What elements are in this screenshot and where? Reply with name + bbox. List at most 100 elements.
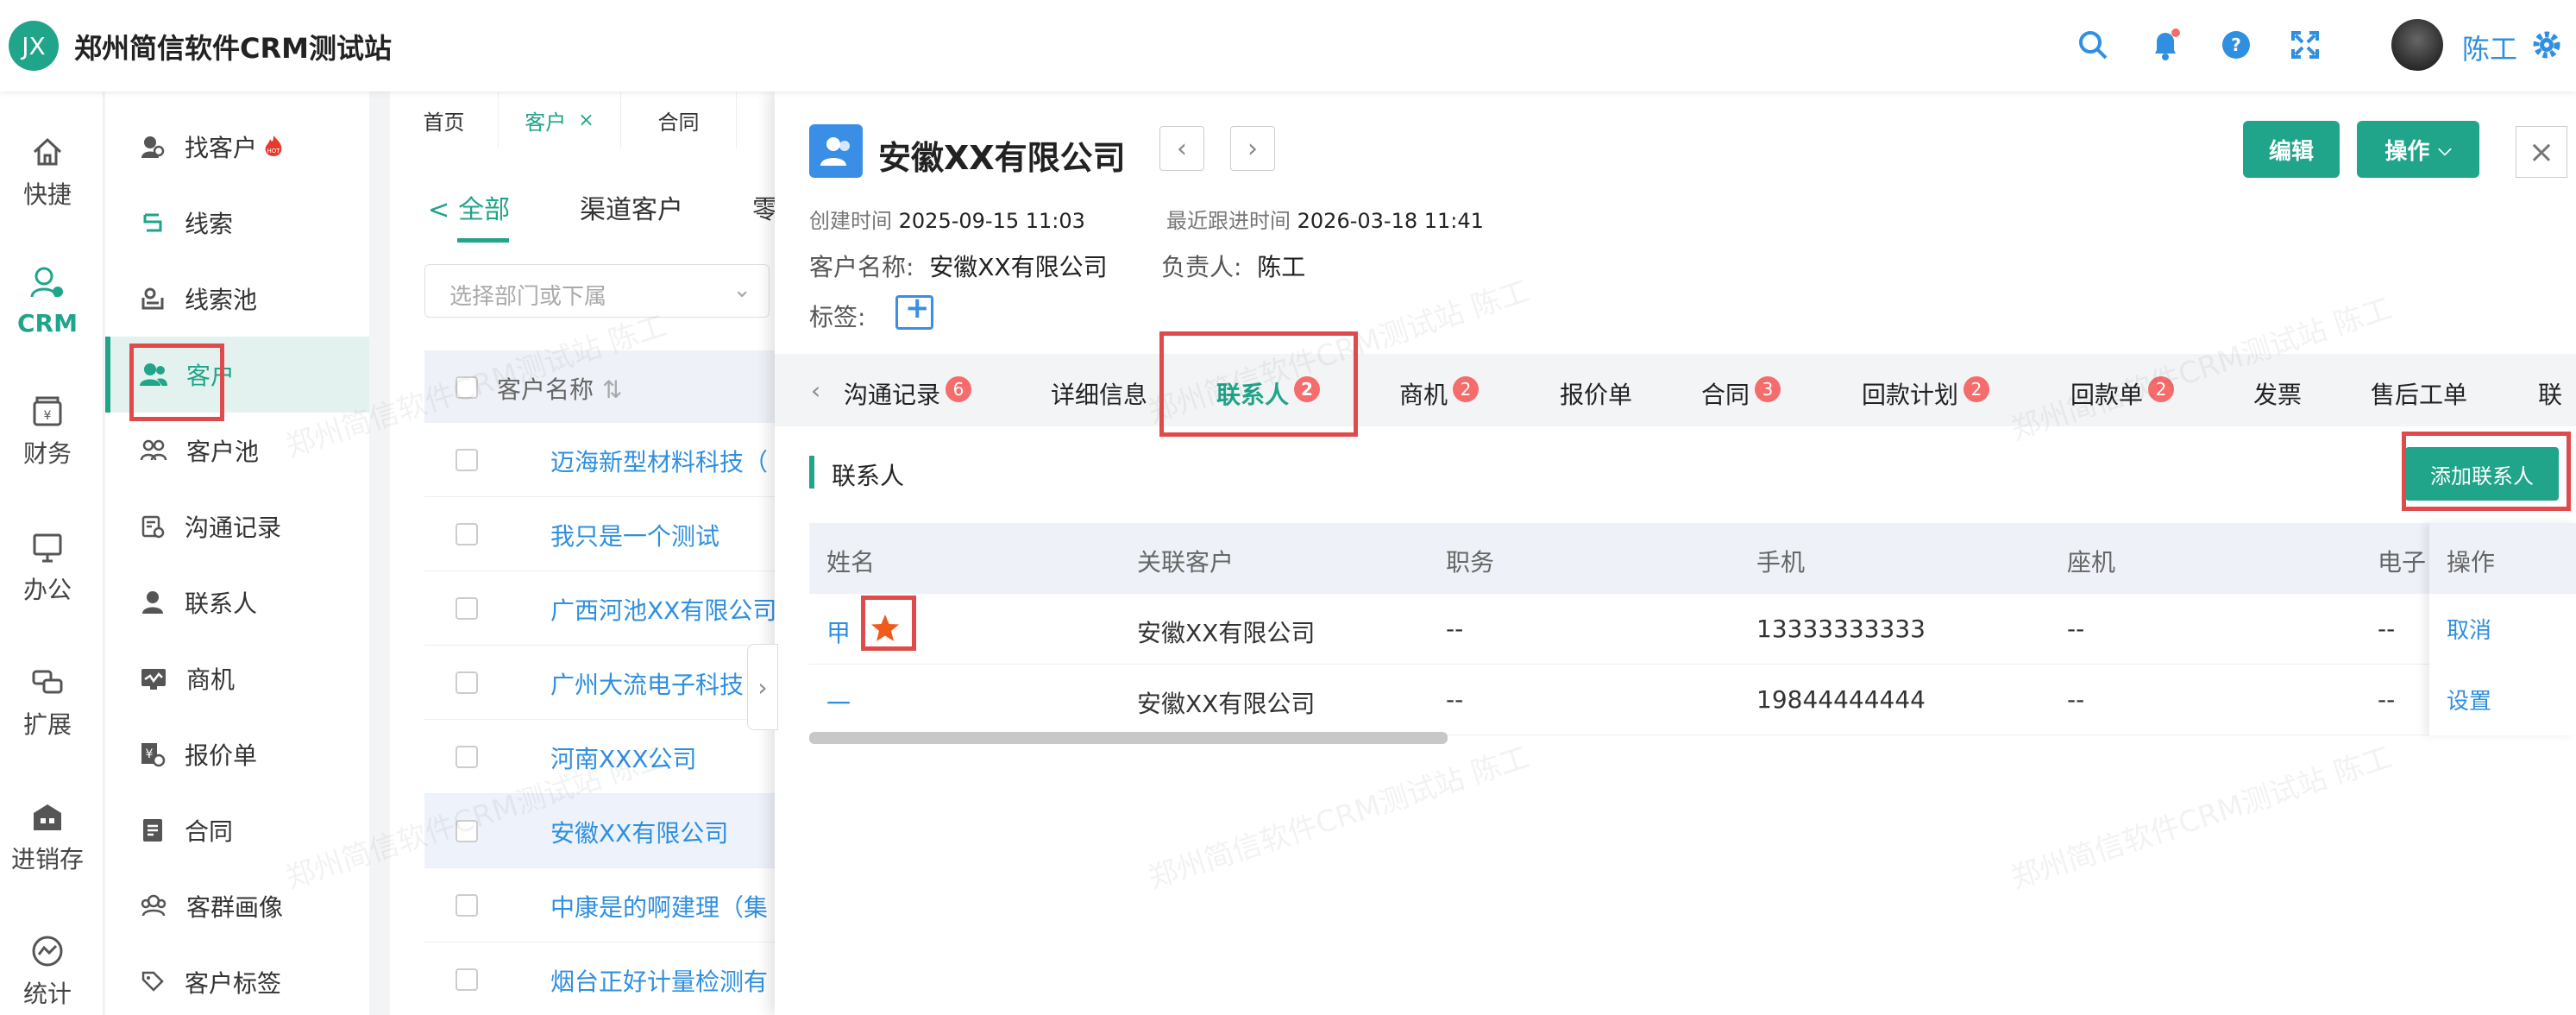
submenu-find-customer[interactable]: 找客户 HOT (105, 109, 369, 185)
tab-quotes[interactable]: 报价单 (1560, 376, 1632, 411)
user-avatar[interactable] (2391, 19, 2443, 71)
select-all-checkbox[interactable] (456, 376, 478, 399)
row-checkbox[interactable] (456, 820, 478, 842)
customer-link[interactable]: 我只是一个测试 (550, 518, 719, 552)
customer-link[interactable]: 安徽XX有限公司 (550, 815, 728, 849)
tab-payment-plan[interactable]: 回款计划 2 (1862, 376, 1990, 411)
nav-item-extend[interactable]: 扩展 (0, 665, 95, 741)
row-checkbox[interactable] (456, 449, 478, 471)
tab-more[interactable]: 联 (2538, 376, 2562, 411)
nav-item-quick[interactable]: 快捷 (0, 135, 95, 211)
customer-link[interactable]: 迈海新型材料科技（ (550, 444, 768, 478)
submenu-opportunities[interactable]: 商机 (105, 640, 369, 716)
drawer-collapse-handle[interactable]: › (747, 644, 778, 730)
nav-item-stats[interactable]: 统计 (0, 934, 95, 1010)
submenu-customers[interactable]: 客户 (105, 337, 369, 413)
search-icon[interactable] (2074, 26, 2112, 64)
submenu-communication[interactable]: 沟通记录 (105, 489, 369, 564)
table-row[interactable]: 我只是一个测试 (424, 497, 778, 571)
home-icon (33, 137, 62, 166)
submenu-label: 客户标签 (185, 969, 282, 998)
bell-icon[interactable] (2146, 26, 2184, 64)
fullscreen-icon[interactable] (2286, 26, 2324, 64)
help-icon[interactable]: ? (2217, 26, 2255, 64)
monitor-icon (33, 533, 62, 563)
user-name[interactable]: 陈工 (2462, 28, 2517, 67)
submenu-contacts[interactable]: 联系人 (105, 564, 369, 640)
submenu-label: 商机 (186, 665, 236, 694)
tab-payment-receipts[interactable]: 回款单 2 (2070, 376, 2175, 411)
tab-opportunities[interactable]: 商机 2 (1399, 376, 1480, 411)
contact-name-link[interactable]: 一 (826, 685, 851, 720)
submenu-contracts[interactable]: 合同 (105, 792, 369, 868)
table-row[interactable]: 河南XXX公司 (424, 720, 778, 794)
row-checkbox[interactable] (456, 671, 478, 694)
tab-invoices[interactable]: 发票 (2253, 376, 2302, 411)
customer-link[interactable]: 广州大流电子科技 (550, 666, 744, 701)
submenu-customer-pool[interactable]: 客户池 (105, 413, 369, 489)
prev-record-button[interactable]: ‹ (1159, 126, 1204, 171)
col-customer-name[interactable]: 客户名称 ⇅ (497, 371, 622, 406)
contact-phone: -- (2067, 615, 2085, 643)
contact-customer: 安徽XX有限公司 (1137, 690, 1316, 718)
row-checkbox[interactable] (456, 894, 478, 917)
row-checkbox[interactable] (456, 746, 478, 768)
star-icon[interactable] (870, 613, 901, 647)
row-checkbox[interactable] (456, 523, 478, 545)
settings-gear-icon[interactable] (2528, 26, 2566, 64)
tab-after-sales[interactable]: 售后工单 (2371, 376, 2467, 411)
tab-contacts[interactable]: 联系人 2 (1216, 376, 1321, 411)
tab-customers[interactable]: 客户 × (499, 91, 621, 148)
table-row[interactable]: 烟台正好计量检测有 (424, 942, 778, 1015)
tab-label: 首页 (423, 110, 465, 135)
table-row[interactable]: 一 安徽XX有限公司 -- 19844444444 -- -- (809, 665, 2576, 735)
table-row[interactable]: 广西河池XX有限公司 (424, 571, 778, 646)
table-row[interactable]: 中康是的啊建理（集 (424, 868, 778, 942)
horizontal-scrollbar[interactable] (809, 732, 1448, 744)
chevron-left-icon[interactable]: < (428, 195, 449, 225)
customer-link[interactable]: 烟台正好计量检测有 (550, 963, 768, 998)
customer-detail-drawer: 安徽XX有限公司 ‹ › 编辑 操作 ⌵ × 创建时间 2025-09-15 11… (775, 91, 2576, 1015)
segment-channel[interactable]: 渠道客户 (580, 188, 683, 226)
app-root: JX 郑州简信软件CRM测试站 ? 陈工 快捷 CRM ¥ 财务 办公 扩展 进… (0, 0, 2576, 1015)
nav-item-office[interactable]: 办公 (0, 530, 95, 606)
set-primary-link[interactable]: 设置 (2447, 684, 2491, 716)
segment-all[interactable]: < 全部 (428, 188, 510, 226)
submenu-leads[interactable]: 线索 (105, 185, 369, 261)
tab-communication[interactable]: 沟通记录 6 (844, 376, 972, 411)
table-row[interactable]: 安徽XX有限公司 (424, 794, 778, 868)
submenu-quotes[interactable]: ¥ 报价单 (105, 716, 369, 792)
customer-link[interactable]: 河南XXX公司 (550, 741, 697, 775)
customer-link[interactable]: 广西河池XX有限公司 (550, 592, 776, 627)
table-row[interactable]: 广州大流电子科技 (424, 646, 778, 720)
submenu-lead-pool[interactable]: 线索池 (105, 261, 369, 337)
tab-close-icon[interactable]: × (578, 110, 594, 131)
add-tag-icon[interactable]: + (895, 291, 933, 330)
row-checkbox[interactable] (456, 968, 478, 991)
table-row[interactable]: 甲 安徽XX有限公司 -- 13333333333 -- -- (809, 594, 2576, 665)
close-drawer-button[interactable]: × (2516, 126, 2567, 178)
nav-item-inventory[interactable]: 进销存 (0, 799, 95, 875)
sort-icon[interactable]: ⇅ (602, 375, 622, 404)
unset-primary-link[interactable]: 取消 (2447, 613, 2491, 645)
tab-home[interactable]: 首页 (390, 91, 499, 148)
customer-link[interactable]: 中康是的啊建理（集 (550, 889, 768, 924)
nav-item-finance[interactable]: ¥ 财务 (0, 394, 95, 470)
tabbar-prev-icon[interactable]: ‹ (811, 376, 820, 405)
edit-button[interactable]: 编辑 (2243, 121, 2340, 178)
tab-contracts[interactable]: 合同 3 (1701, 376, 1781, 411)
row-checkbox[interactable] (456, 597, 478, 620)
next-record-button[interactable]: › (1230, 126, 1275, 171)
table-row[interactable]: 迈海新型材料科技（ (424, 423, 778, 497)
leads-icon (143, 213, 162, 232)
submenu-customer-profile[interactable]: 客群画像 (105, 868, 369, 944)
contact-name-link[interactable]: 甲 (826, 615, 851, 649)
add-contact-button[interactable]: 添加联系人 (2405, 447, 2559, 501)
tab-contracts[interactable]: 合同 (621, 91, 737, 148)
operations-dropdown-button[interactable]: 操作 ⌵ (2357, 121, 2479, 178)
submenu-customer-tags[interactable]: 客户标签 (105, 944, 369, 1015)
contact-email: -- (2378, 615, 2396, 643)
tab-details[interactable]: 详细信息 (1051, 376, 1147, 411)
nav-item-crm[interactable]: CRM (0, 264, 95, 337)
department-select[interactable]: 选择部门或下属 ⌄ (424, 264, 770, 318)
